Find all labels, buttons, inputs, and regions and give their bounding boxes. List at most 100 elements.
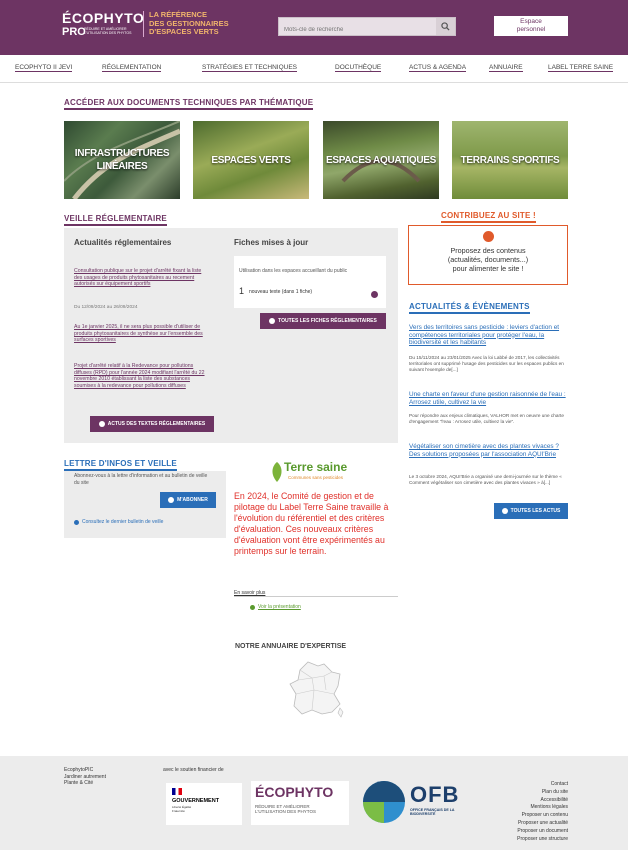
ecophyto-logo: ÉCOPHYTO RÉDUIRE ET AMÉLIORER L'UTILISAT… <box>251 781 349 825</box>
chevron-down-icon[interactable] <box>371 291 378 298</box>
event-text-2: Pour répondre aux enjeux climatiques, VA… <box>409 413 564 424</box>
espace-label-1: Espace <box>520 18 542 25</box>
site-tagline: LA RÉFÉRENCE DES GESTIONNAIRES D'ESPACES… <box>143 10 229 37</box>
contribuez-box[interactable]: Proposez des contenus (actualités, docum… <box>408 225 568 285</box>
contribuez-text-3: pour alimenter le site ! <box>452 264 524 273</box>
ofb-sub: OFFICE FRANÇAIS DE LA BIODIVERSITÉ <box>410 808 455 817</box>
event-text-3: Le 3 octobre 2024, AQUI'Brie a organisé … <box>409 474 562 485</box>
newsletter-panel: Abonnez-vous à la lettre d'information e… <box>64 471 226 538</box>
arrow-icon <box>98 421 105 427</box>
nav-strategies[interactable]: STRATÉGIES ET TECHNIQUES <box>202 64 297 72</box>
ofb-globe-icon <box>363 781 405 823</box>
search-input[interactable] <box>279 21 429 39</box>
events-title: ACTUALITÉS & ÉVÈNEMENTS <box>409 302 530 314</box>
tile-label: ESPACES AQUATIQUES <box>326 154 436 166</box>
actus-textes-label: ACTUS DES TEXTES RÉGLEMENTAIRES <box>107 421 206 427</box>
france-map[interactable] <box>288 660 344 718</box>
dernier-bulletin-link[interactable]: Consultez le dernier bulletin de veille <box>74 519 163 525</box>
fiches-button-label: TOUTES LES FICHES RÉGLEMENTAIRES <box>278 318 377 324</box>
veille-panel: Actualités réglementaires Consultation p… <box>64 228 398 443</box>
tagline-line-3: D'ESPACES VERTS <box>149 27 219 36</box>
espace-personnel-button[interactable]: Espace personnel <box>494 16 568 36</box>
nav-annuaire[interactable]: ANNUAIRE <box>489 64 523 72</box>
actu-link-3[interactable]: Projet d'arrêté relatif à la Redevance p… <box>74 363 206 389</box>
contribuez-title: CONTRIBUEZ AU SITE ! <box>441 211 536 223</box>
event-title-1[interactable]: Vers des territoires sans pesticide : le… <box>409 324 569 347</box>
contribuez-text-2: (actualités, documents...) <box>447 255 529 264</box>
tile-espaces-verts[interactable]: ESPACES VERTS <box>193 121 309 199</box>
event-title-2[interactable]: Une charte en faveur d'une gestion raiso… <box>409 391 569 406</box>
themes-title: ACCÉDER AUX DOCUMENTS TECHNIQUES PAR THÉ… <box>64 98 314 110</box>
fiches-button[interactable]: TOUTES LES FICHES RÉGLEMENTAIRES <box>260 313 386 329</box>
tile-espaces-aquatiques[interactable]: ESPACES AQUATIQUES <box>323 121 439 199</box>
ecophyto-pro-logo[interactable]: ÉCOPHYTO PRO RÉDUIRE ET AMÉLIORER L'UTIL… <box>62 10 145 38</box>
fiche-card[interactable]: Utilisation dans les espaces accueillant… <box>234 256 386 308</box>
download-icon <box>483 231 494 242</box>
search-button[interactable] <box>436 18 455 35</box>
nav-label-terre-saine[interactable]: LABEL TERRE SAINE <box>548 64 614 72</box>
footer-link[interactable]: Plan du site <box>517 789 568 797</box>
footer-support-text: avec le soutien financier de <box>163 767 224 773</box>
tile-label: INFRASTRUCTURES LINÉAIRES <box>74 148 170 172</box>
top-header: ÉCOPHYTO PRO RÉDUIRE ET AMÉLIORER L'UTIL… <box>0 0 628 55</box>
footer-link[interactable]: Mentions légales <box>517 804 568 812</box>
footer-plante-cite-link[interactable]: Plante & Cité <box>64 780 106 787</box>
nav-reglementation[interactable]: RÉGLEMENTATION <box>102 64 162 72</box>
terre-saine-sub: Communes sans pesticides <box>288 475 344 480</box>
logo-title: ÉCOPHYTO <box>62 10 145 26</box>
contribuez-text-1: Proposez des contenus <box>450 246 526 255</box>
actus-reglementaires-title: Actualités réglementaires <box>74 238 172 247</box>
actu-link-1[interactable]: Consultation publique sur le projet d'ar… <box>74 268 206 288</box>
logo-subtitle: RÉDUIRE ET AMÉLIORER L'UTILISATION DES P… <box>84 27 132 35</box>
gouvernement-label: GOUVERNEMENT <box>172 798 220 804</box>
fiche-count-text: nouveau texte (dans 1 fiche) <box>249 289 313 295</box>
event-text-1: Du 15/11/2024 au 23/01/2025 Avec la loi … <box>409 355 564 372</box>
abonner-button[interactable]: M'ABONNER <box>160 492 216 508</box>
footer-link[interactable]: Proposer une structure <box>517 836 568 844</box>
search-box <box>278 17 456 39</box>
tile-label: ESPACES VERTS <box>211 154 291 166</box>
ofb-logo: OFB OFFICE FRANÇAIS DE LA BIODIVERSITÉ <box>362 780 472 826</box>
footer-link[interactable]: Contact <box>517 781 568 789</box>
footer-link[interactable]: Accessibilité <box>517 797 568 805</box>
search-icon <box>441 22 450 31</box>
flag-icon <box>172 788 182 795</box>
leaf-icon <box>272 462 282 482</box>
fiche-text: Utilisation dans les espaces accueillant… <box>239 268 348 274</box>
divider <box>234 596 398 597</box>
footer: EcophytoPIC Jardiner autrement Plante & … <box>0 756 628 850</box>
terre-saine-logo[interactable]: Terre saine Communes sans pesticides <box>270 460 365 486</box>
tile-terrains-sportifs[interactable]: TERRAINS SPORTIFS <box>452 121 568 199</box>
ecophyto-logo-text: ÉCOPHYTO <box>255 784 334 800</box>
footer-link[interactable]: Proposer un contenu <box>517 812 568 820</box>
terre-saine-text: En 2024, le Comité de gestion et de pilo… <box>234 491 389 556</box>
actu-date-1: Du 12/09/2024 au 26/09/2024 <box>74 305 138 310</box>
footer-link[interactable]: Proposer une actualité <box>517 820 568 828</box>
fiches-title: Fiches mises à jour <box>234 238 309 247</box>
gouvernement-sub: Liberté Égalité Fraternité <box>172 805 192 813</box>
newsletter-text: Abonnez-vous à la lettre d'information e… <box>74 473 208 486</box>
arrow-icon <box>501 508 508 514</box>
footer-partners: EcophytoPIC Jardiner autrement Plante & … <box>64 767 106 787</box>
tile-infrastructures[interactable]: INFRASTRUCTURES LINÉAIRES <box>64 121 180 199</box>
actus-textes-button[interactable]: ACTUS DES TEXTES RÉGLEMENTAIRES <box>90 416 214 432</box>
veille-title: VEILLE RÉGLEMENTAIRE <box>64 214 167 226</box>
arrow-icon <box>74 519 79 525</box>
nav-ecophyto-jevi[interactable]: ECOPHYTO II JEVI <box>15 64 73 72</box>
footer-link[interactable]: Proposer un document <box>517 828 568 836</box>
terre-saine-name: Terre saine <box>284 460 348 474</box>
espace-label-2: personnel <box>516 26 546 33</box>
toutes-actus-label: TOUTES LES ACTUS <box>510 508 561 514</box>
arrow-icon <box>269 318 276 324</box>
voir-presentation-label: Voir la présentation <box>258 604 301 610</box>
toutes-actus-button[interactable]: TOUTES LES ACTUS <box>494 503 568 519</box>
fiche-count: 1 <box>239 286 245 296</box>
event-title-3[interactable]: Végétaliser son cimetière avec des plant… <box>409 443 569 458</box>
footer-links: Contact Plan du site Accessibilité Menti… <box>517 781 568 843</box>
newsletter-title: LETTRE D'INFOS ET VEILLE <box>64 459 177 471</box>
abonner-label: M'ABONNER <box>177 497 208 503</box>
voir-presentation-link[interactable]: Voir la présentation <box>250 604 301 610</box>
actu-link-2[interactable]: Au 1e janvier 2025, il ne sera plus poss… <box>74 324 206 344</box>
nav-docutheque[interactable]: DOCUTHÈQUE <box>335 64 382 72</box>
nav-actus-agenda[interactable]: ACTUS & AGENDA <box>409 64 467 72</box>
